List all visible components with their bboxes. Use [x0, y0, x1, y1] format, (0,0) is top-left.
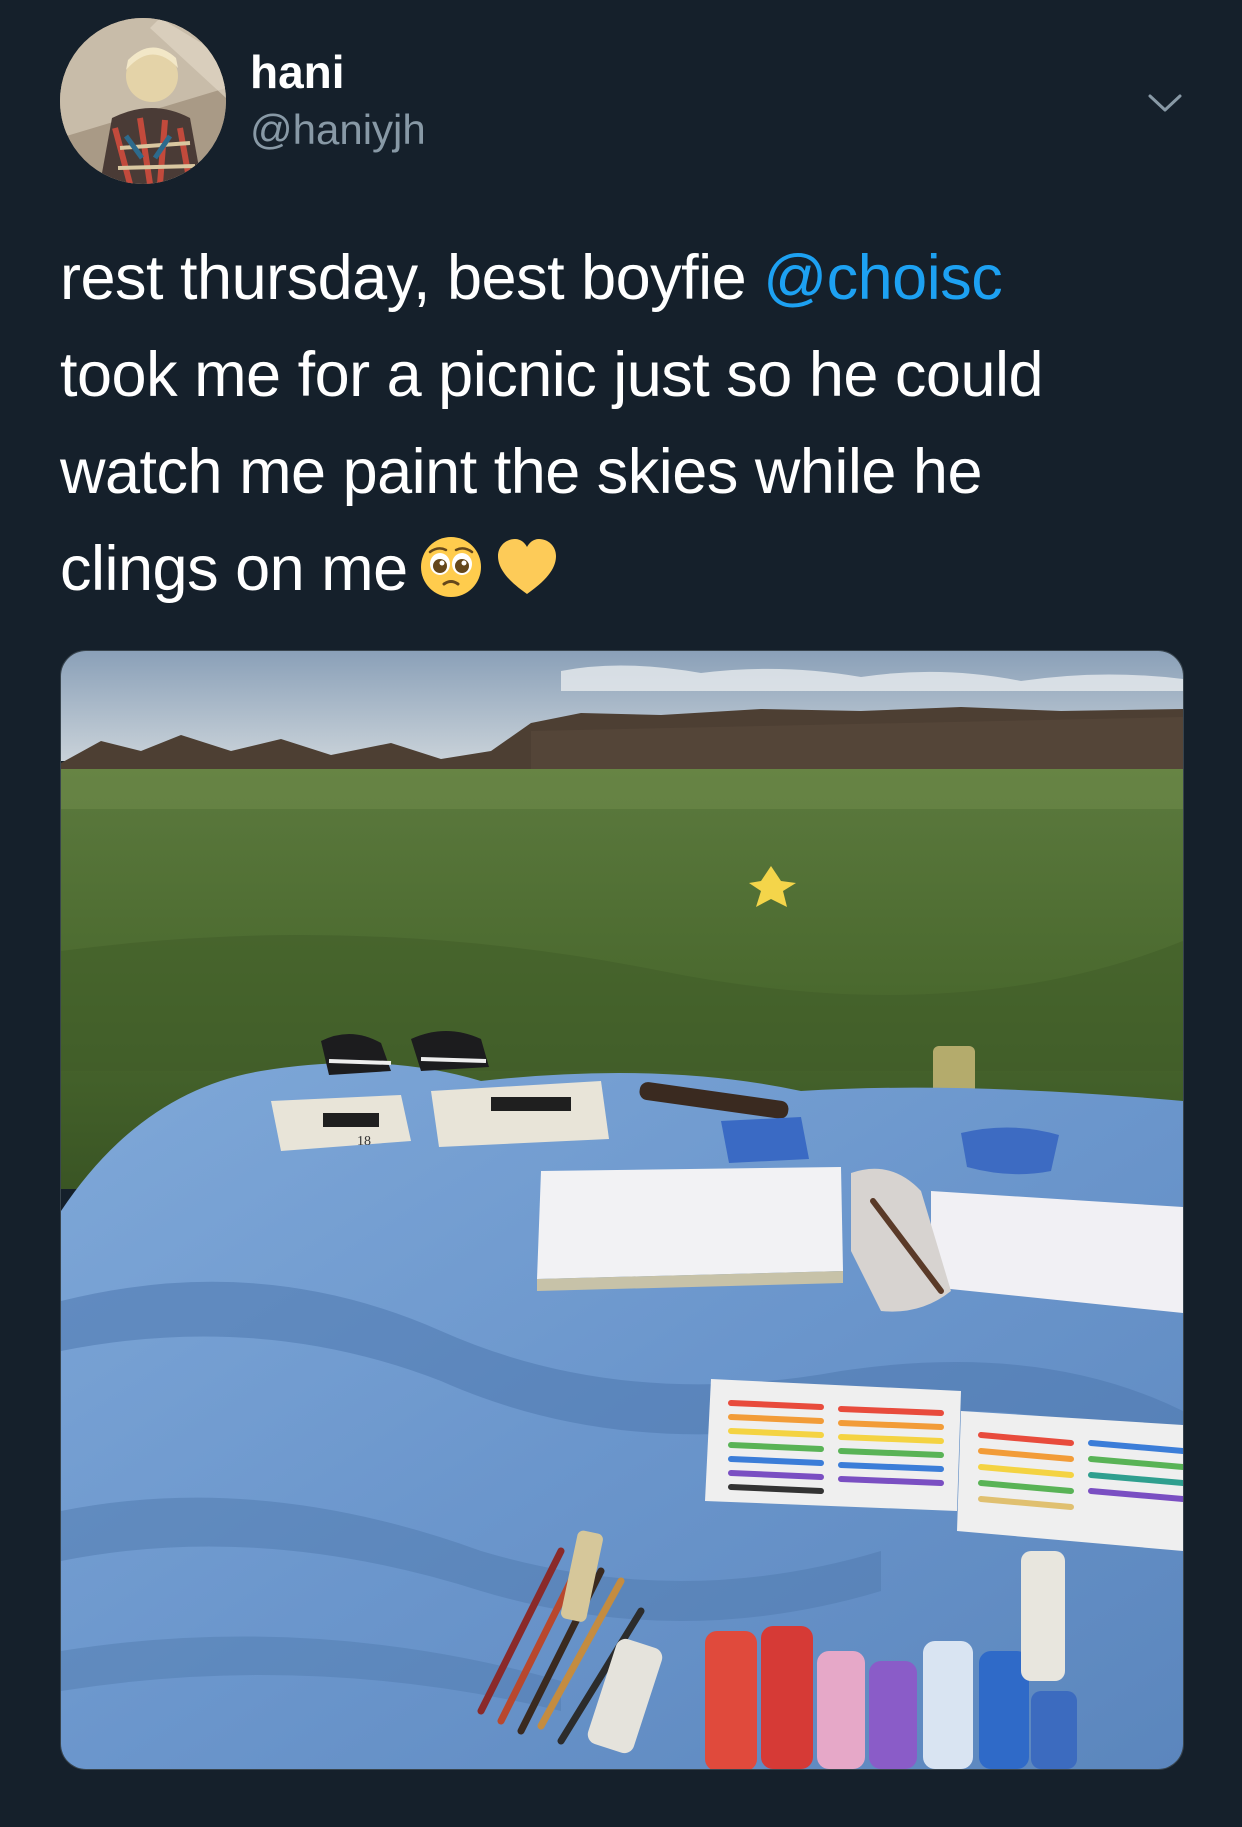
- tweet-text-segment: clings on me: [60, 534, 408, 604]
- user-handle[interactable]: @haniyjh: [250, 104, 426, 156]
- display-name[interactable]: hani: [250, 44, 345, 100]
- tweet-text-segment: rest thursday, best boyfie: [60, 243, 764, 313]
- tweet-text-line: took me for a picnic just so he could: [60, 340, 1044, 410]
- tweet-text-line: watch me paint the skies while he: [60, 437, 982, 507]
- yellow-heart-emoji: [494, 534, 560, 600]
- tweet-text-line: rest thursday, best boyfie @choisc: [60, 230, 1190, 327]
- picnic-painting-photo: 18: [61, 651, 1183, 1769]
- tweet-card: hani @haniyjh rest thursday, best boyfie…: [0, 0, 1242, 1827]
- avatar-image: [60, 18, 226, 184]
- mention-link[interactable]: @choisc: [763, 243, 1003, 313]
- paint-box-label: 18: [357, 1134, 371, 1149]
- tweet-text-line: clings on me: [60, 521, 1190, 618]
- avatar[interactable]: [60, 18, 226, 184]
- tweet-text: rest thursday, best boyfie @choisc took …: [60, 230, 1190, 618]
- pleading-face-emoji: [418, 534, 484, 600]
- tweet-photo[interactable]: 18: [60, 650, 1184, 1770]
- chevron-down-icon[interactable]: [1140, 82, 1190, 122]
